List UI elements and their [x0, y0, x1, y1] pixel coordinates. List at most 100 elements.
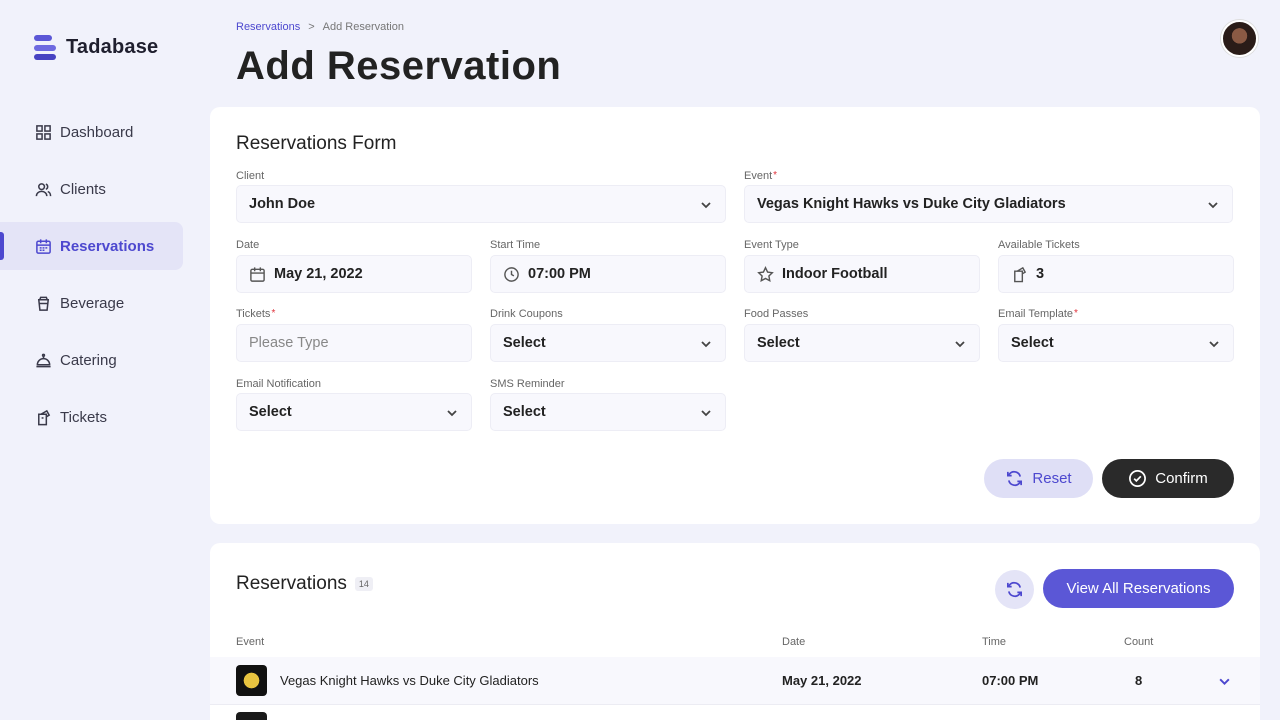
app-logo[interactable]: Tadabase [34, 35, 158, 60]
client-label: Client [236, 170, 265, 182]
refresh-icon [1007, 470, 1023, 487]
breadcrumb: Reservations > Add Reservation [236, 21, 404, 33]
start-time-label: Start Time [490, 239, 541, 251]
reset-button[interactable]: Reset [984, 459, 1093, 498]
email-template-label: Email Template* [998, 308, 1078, 320]
available-tickets-label: Available Tickets [998, 239, 1080, 251]
sidebar-nav: Dashboard Clients Reservations Beverage … [0, 108, 195, 450]
reservations-count-badge: 14 [354, 577, 373, 591]
row-divider [210, 704, 1260, 705]
client-value: John Doe [249, 196, 316, 212]
ticket-icon [1014, 266, 1027, 282]
available-tickets-field: 3 [998, 255, 1234, 293]
sidebar-item-beverage[interactable]: Beverage [0, 279, 183, 327]
sidebar-item-label: Catering [60, 351, 117, 369]
chevron-down-icon [955, 341, 965, 348]
drink-coupons-value: Select [503, 335, 546, 351]
chevron-down-icon [447, 410, 457, 417]
sidebar-item-label: Clients [60, 180, 106, 198]
breadcrumb-parent-link[interactable]: Reservations [236, 21, 300, 33]
event-select[interactable]: Vegas Knight Hawks vs Duke City Gladiato… [744, 185, 1233, 223]
star-icon [757, 265, 774, 282]
calendar-icon [36, 238, 51, 254]
ticket-icon [38, 409, 51, 425]
chevron-down-icon [701, 410, 711, 417]
row-time: 07:00 PM [982, 673, 1039, 688]
column-header-date: Date [782, 636, 806, 648]
event-type-value: Indoor Football [782, 266, 888, 282]
client-select[interactable]: John Doe [236, 185, 726, 223]
tickets-label: Tickets* [236, 308, 276, 320]
drink-coupons-label: Drink Coupons [490, 308, 563, 320]
event-label: Event* [744, 170, 778, 182]
sidebar-item-label: Dashboard [60, 123, 134, 141]
event-type-label: Event Type [744, 239, 799, 251]
sidebar-item-dashboard[interactable]: Dashboard [0, 108, 183, 156]
users-icon [35, 182, 52, 196]
sms-reminder-label: SMS Reminder [490, 378, 565, 390]
confirm-label: Confirm [1155, 470, 1208, 487]
food-passes-value: Select [757, 335, 800, 351]
column-header-event: Event [236, 636, 265, 648]
email-template-select[interactable]: Select [998, 324, 1234, 362]
column-header-time: Time [982, 636, 1007, 648]
sidebar-item-label: Reservations [60, 237, 155, 255]
sidebar-item-label: Tickets [60, 408, 107, 426]
user-avatar[interactable] [1221, 20, 1258, 57]
event-type-field: Indoor Football [744, 255, 980, 293]
drink-coupons-select[interactable]: Select [490, 324, 726, 362]
cup-icon [37, 296, 50, 311]
sidebar: Tadabase Dashboard Clients Reservations … [0, 0, 195, 720]
view-all-reservations-button[interactable]: View All Reservations [1043, 569, 1234, 608]
refresh-icon [1006, 581, 1023, 598]
food-passes-select[interactable]: Select [744, 324, 980, 362]
food-passes-label: Food Passes [744, 308, 809, 320]
logo-icon [34, 35, 56, 60]
breadcrumb-current: Add Reservation [322, 21, 404, 33]
sidebar-item-catering[interactable]: Catering [0, 336, 183, 384]
grid-icon [36, 124, 51, 140]
chevron-down-icon [701, 202, 711, 209]
date-field[interactable]: May 21, 2022 [236, 255, 472, 293]
reservations-title: Reservations 14 [236, 573, 373, 595]
email-notification-value: Select [249, 404, 292, 420]
row-event: Vegas Knight Hawks vs Duke City Gladiato… [280, 673, 539, 688]
available-tickets-value: 3 [1036, 266, 1045, 282]
email-notification-label: Email Notification [236, 378, 321, 390]
reset-label: Reset [1032, 470, 1072, 487]
reservations-title-text: Reservations [236, 573, 347, 594]
column-header-count: Count [1124, 636, 1154, 648]
sidebar-item-tickets[interactable]: Tickets [0, 393, 183, 441]
refresh-list-button[interactable] [995, 570, 1034, 609]
view-all-label: View All Reservations [1066, 580, 1211, 597]
sms-reminder-select[interactable]: Select [490, 393, 726, 431]
form-title: Reservations Form [236, 133, 397, 154]
date-value: May 21, 2022 [274, 266, 363, 282]
date-label: Date [236, 239, 260, 251]
check-circle-icon [1129, 470, 1147, 487]
cloche-icon [36, 353, 51, 367]
sms-reminder-value: Select [503, 404, 546, 420]
clock-icon [504, 266, 519, 282]
chevron-down-icon [1208, 202, 1218, 209]
sidebar-item-label: Beverage [60, 294, 125, 312]
tickets-input[interactable]: Please Type [236, 324, 472, 362]
event-value: Vegas Knight Hawks vs Duke City Gladiato… [757, 196, 1066, 212]
tickets-placeholder: Please Type [249, 335, 329, 351]
chevron-down-icon [1209, 341, 1219, 348]
page-title: Add Reservation [236, 44, 562, 88]
event-thumbnail [236, 712, 267, 720]
row-count: 8 [1135, 673, 1143, 688]
reservations-form-card [210, 107, 1260, 524]
start-time-field[interactable]: 07:00 PM [490, 255, 726, 293]
confirm-button[interactable]: Confirm [1102, 459, 1234, 498]
app-name: Tadabase [66, 36, 159, 58]
email-template-value: Select [1011, 335, 1054, 351]
sidebar-item-reservations[interactable]: Reservations [0, 222, 183, 270]
chevron-down-icon[interactable] [1218, 675, 1231, 688]
email-notification-select[interactable]: Select [236, 393, 472, 431]
event-thumbnail [236, 665, 267, 696]
sidebar-item-clients[interactable]: Clients [0, 165, 183, 213]
breadcrumb-separator: > [308, 21, 315, 33]
start-time-value: 07:00 PM [528, 266, 591, 282]
